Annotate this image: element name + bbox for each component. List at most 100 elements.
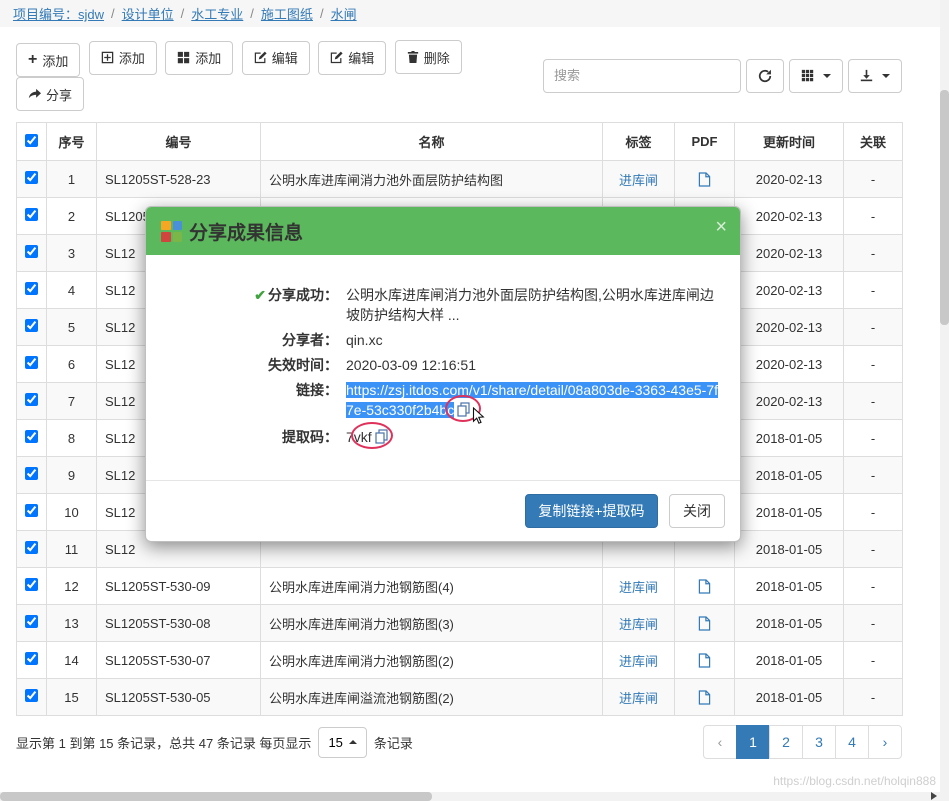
breadcrumb-item-design-unit[interactable]: 设计单位 <box>122 4 174 23</box>
sharer-label: 分享者： <box>166 330 338 350</box>
tag-link[interactable]: 进库闸 <box>619 617 658 632</box>
columns-button[interactable] <box>789 59 843 93</box>
row-updated: 2018-01-05 <box>735 420 844 457</box>
share-button[interactable]: 分享 <box>16 77 84 111</box>
close-icon[interactable]: × <box>715 217 727 237</box>
row-checkbox[interactable] <box>25 615 38 628</box>
breadcrumb-item-project[interactable]: 项目编号：sjdw <box>13 4 104 23</box>
tag-link[interactable]: 进库闸 <box>619 580 658 595</box>
row-checkbox[interactable] <box>25 319 38 332</box>
copy-link-code-button[interactable]: 复制链接+提取码 <box>525 494 657 528</box>
page-button[interactable]: › <box>868 725 902 759</box>
page-button[interactable]: 3 <box>802 725 836 759</box>
row-checkbox[interactable] <box>25 578 38 591</box>
vertical-scrollbar[interactable] <box>940 0 949 792</box>
table-row[interactable]: 13 SL1205ST-530-08 公明水库进库闸消力池钢筋图(3) 进库闸 … <box>17 605 903 642</box>
export-button[interactable] <box>848 59 902 93</box>
column-header-relation[interactable]: 关联 <box>844 123 903 161</box>
edit-batch-button[interactable]: 编辑 <box>318 41 386 75</box>
row-checkbox[interactable] <box>25 171 38 184</box>
row-checkbox[interactable] <box>25 652 38 665</box>
row-checkbox[interactable] <box>25 208 38 221</box>
row-number: 3 <box>47 235 97 272</box>
page-button[interactable]: 2 <box>769 725 803 759</box>
row-checkbox[interactable] <box>25 467 38 480</box>
share-link[interactable]: https://zsj.itdos.com/v1/share/detail/08… <box>346 382 718 418</box>
row-code: SL1205ST-530-05 <box>97 679 261 716</box>
table-header-row: 序号 编号 名称 标签 PDF 更新时间 关联 <box>17 123 903 161</box>
table-row[interactable]: 14 SL1205ST-530-07 公明水库进库闸消力池钢筋图(2) 进库闸 … <box>17 642 903 679</box>
tag-link[interactable]: 进库闸 <box>619 173 658 188</box>
tag-link[interactable]: 进库闸 <box>619 654 658 669</box>
add-table-button[interactable]: 添加 <box>89 41 157 75</box>
add-batch-button-label: 添加 <box>195 48 221 67</box>
row-name: 公明水库进库闸消力池钢筋图(4) <box>261 568 603 605</box>
breadcrumb-separator: / <box>250 6 254 21</box>
table-row[interactable]: 1 SL1205ST-528-23 公明水库进库闸消力池外面层防护结构图 进库闸… <box>17 161 903 198</box>
row-number: 10 <box>47 494 97 531</box>
row-number: 7 <box>47 383 97 420</box>
delete-button-label: 删除 <box>424 48 450 67</box>
scroll-right-arrow-icon[interactable] <box>931 792 937 800</box>
page-size-select[interactable]: 15 <box>318 727 366 758</box>
pdf-icon[interactable] <box>698 172 711 187</box>
horizontal-scrollbar-thumb[interactable] <box>0 792 432 801</box>
breadcrumb: 项目编号：sjdw / 设计单位 / 水工专业 / 施工图纸 / 水闸 <box>0 0 949 27</box>
column-header-name[interactable]: 名称 <box>261 123 603 161</box>
copy-icon[interactable] <box>457 404 470 420</box>
column-header-tag[interactable]: 标签 <box>603 123 675 161</box>
row-checkbox[interactable] <box>25 356 38 369</box>
copy-icon[interactable] <box>375 431 388 447</box>
modal-footer: 复制链接+提取码 关闭 <box>146 480 740 541</box>
search-input[interactable] <box>543 59 741 93</box>
select-all-checkbox[interactable] <box>25 134 38 147</box>
row-updated: 2018-01-05 <box>735 679 844 716</box>
app-logo-icon <box>161 221 182 242</box>
row-checkbox[interactable] <box>25 689 38 702</box>
table-row[interactable]: 12 SL1205ST-530-09 公明水库进库闸消力池钢筋图(4) 进库闸 … <box>17 568 903 605</box>
vertical-scrollbar-thumb[interactable] <box>940 90 949 325</box>
pdf-icon[interactable] <box>698 690 711 705</box>
row-checkbox[interactable] <box>25 430 38 443</box>
delete-button[interactable]: 删除 <box>395 40 462 74</box>
row-checkbox[interactable] <box>25 541 38 554</box>
edit-button[interactable]: 编辑 <box>242 41 310 75</box>
row-relation: - <box>844 272 903 309</box>
row-name: 公明水库进库闸消力池钢筋图(3) <box>261 605 603 642</box>
page-button[interactable]: 1 <box>736 725 770 759</box>
row-checkbox[interactable] <box>25 504 38 517</box>
add-table-button-label: 添加 <box>119 48 145 67</box>
add-batch-button[interactable]: 添加 <box>165 41 233 75</box>
extract-code-value: 7vkf <box>346 427 388 449</box>
check-icon: ✔ <box>254 287 266 303</box>
row-checkbox[interactable] <box>25 393 38 406</box>
watermark: https://blog.csdn.net/holqin888 <box>773 774 936 788</box>
horizontal-scrollbar[interactable] <box>0 792 949 801</box>
caret-down-icon <box>823 74 831 78</box>
pdf-icon[interactable] <box>698 579 711 594</box>
page-button[interactable]: ‹ <box>703 725 737 759</box>
add-button[interactable]: + 添加 <box>16 43 80 77</box>
page-button[interactable]: 4 <box>835 725 869 759</box>
breadcrumb-separator: / <box>320 6 324 21</box>
breadcrumb-item-sluice[interactable]: 水闸 <box>331 4 357 23</box>
share-icon <box>28 88 41 101</box>
breadcrumb-separator: / <box>111 6 115 21</box>
column-header-code[interactable]: 编号 <box>97 123 261 161</box>
copy-code-wrap <box>375 429 388 449</box>
filled-grid-plus-icon <box>177 51 190 64</box>
refresh-button[interactable] <box>746 59 784 93</box>
table-row[interactable]: 15 SL1205ST-530-05 公明水库进库闸溢流池钢筋图(2) 进库闸 … <box>17 679 903 716</box>
column-header-updated[interactable]: 更新时间 <box>735 123 844 161</box>
row-checkbox[interactable] <box>25 282 38 295</box>
modal-close-button[interactable]: 关闭 <box>669 494 725 528</box>
pdf-icon[interactable] <box>698 616 711 631</box>
pdf-icon[interactable] <box>698 653 711 668</box>
column-header-no[interactable]: 序号 <box>47 123 97 161</box>
tag-link[interactable]: 进库闸 <box>619 691 658 706</box>
breadcrumb-item-specialty[interactable]: 水工专业 <box>191 4 243 23</box>
breadcrumb-item-drawings[interactable]: 施工图纸 <box>261 4 313 23</box>
column-header-pdf[interactable]: PDF <box>675 123 735 161</box>
row-checkbox[interactable] <box>25 245 38 258</box>
row-name: 公明水库进库闸消力池钢筋图(2) <box>261 642 603 679</box>
